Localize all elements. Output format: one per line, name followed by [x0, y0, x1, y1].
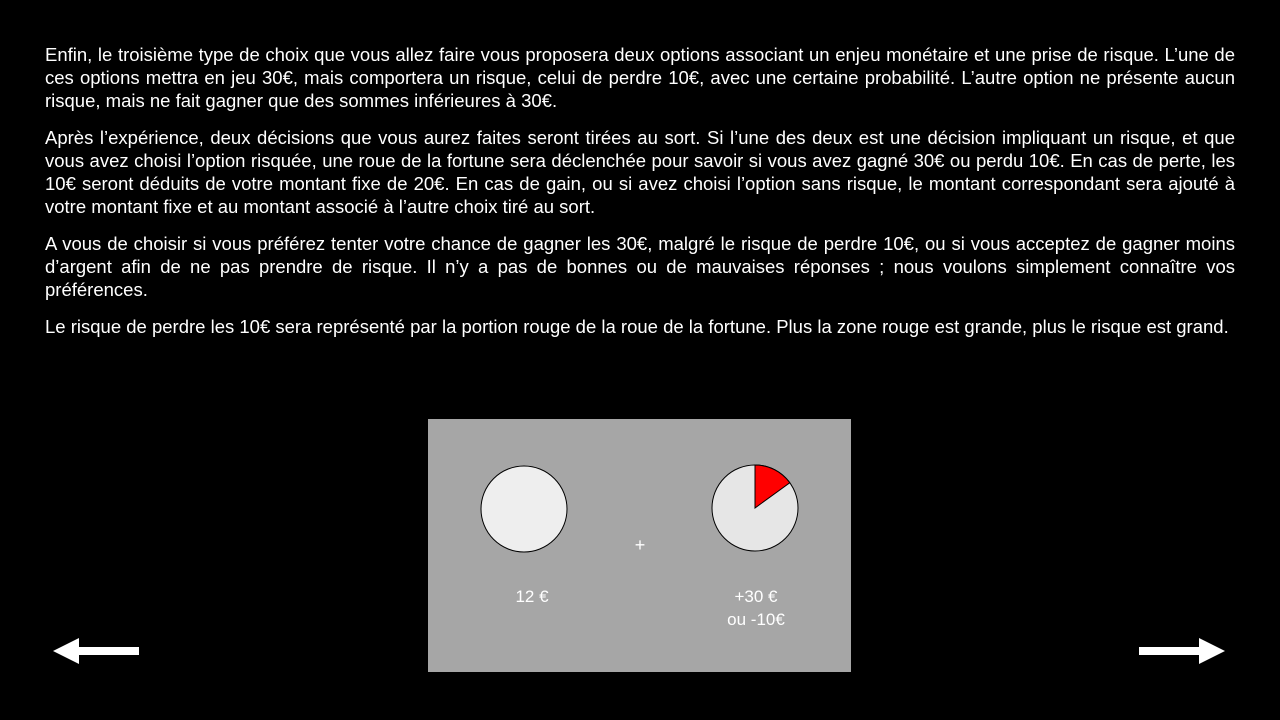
instruction-paragraph-4: Le risque de perdre les 10€ sera représe…	[45, 316, 1229, 337]
risky-amount-label: +30 € ou -10€	[706, 585, 806, 631]
risky-gain-value: +30 €	[734, 587, 778, 606]
instructions-text: Enfin, le troisième type de choix que vo…	[45, 43, 1235, 352]
safe-amount-label: 12 €	[492, 585, 572, 608]
risky-wheel-icon	[711, 464, 799, 552]
risky-loss-value: ou -10€	[727, 610, 785, 629]
instruction-paragraph-3: A vous de choisir si vous préférez tente…	[45, 233, 1235, 300]
plus-sign: +	[634, 535, 646, 555]
safe-wheel-disc	[480, 465, 568, 553]
instruction-paragraph-2: Après l’expérience, deux décisions que v…	[45, 127, 1235, 217]
arrow-right-icon[interactable]	[1135, 636, 1225, 666]
arrow-left-icon[interactable]	[53, 636, 143, 666]
instruction-paragraph-1: Enfin, le troisième type de choix que vo…	[45, 44, 1235, 111]
safe-wheel-icon	[480, 465, 568, 553]
safe-amount-value: 12 €	[515, 587, 549, 606]
example-choice-panel: + 12 € +30 € ou -10€	[428, 419, 851, 672]
